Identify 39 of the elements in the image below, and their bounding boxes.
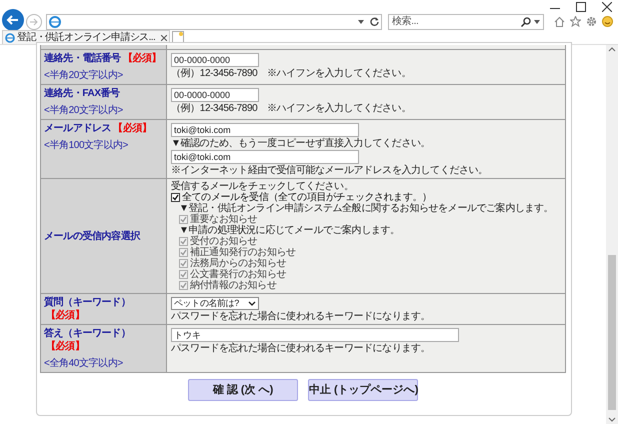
field-note: <全角40文字以内> <box>44 358 124 370</box>
checkbox-label: 法務局からのお知らせ <box>190 258 286 269</box>
required-mark: 【必須】 <box>113 122 152 135</box>
required-mark: 【必須】 <box>46 309 84 322</box>
field-label: 答え（キーワード） <box>44 327 130 340</box>
help-text: パスワードを忘れた場合に使われるキーワードになります。 <box>171 311 432 322</box>
field-note: <半角20文字以内> <box>44 70 124 82</box>
help-text: ▼確認のため、もう一度コピーせず直接入力してください。 <box>171 138 432 149</box>
help-text: ▼登記・供託オンライン申請システム全般に関するお知らせをメールでご案内します。 <box>178 203 554 214</box>
input-field[interactable]: 00-0000-0000 <box>171 53 259 67</box>
help-text: （例）12-3456-7890 ※ハイフンを入力してください。 <box>171 103 412 114</box>
checkbox-label: 全てのメールを受信（全ての項目がチェックされます。） <box>182 192 432 203</box>
confirm-button[interactable]: 確 認 (次 へ) <box>188 379 298 401</box>
field-note: <半角100文字以内> <box>44 140 129 152</box>
answer-field[interactable]: トウキ <box>171 328 459 342</box>
help-text: パスワードを忘れた場合に使われるキーワードになります。 <box>171 343 432 354</box>
question-dropdown[interactable]: ペットの名前は? <box>171 297 259 310</box>
help-text: ※インターネット経由で受信可能なメールアドレスを入力してください。 <box>171 165 489 176</box>
input-field[interactable]: toki@toki.com <box>171 150 359 164</box>
field-label: 連絡先・FAX番号 <box>44 87 120 100</box>
field-label: 質問（キーワード） <box>44 296 130 309</box>
field-label: メールアドレス <box>44 122 112 135</box>
required-mark: 【必須】 <box>46 340 84 353</box>
field-note: <半角20文字以内> <box>44 105 124 117</box>
checkbox-label: 受付のお知らせ <box>190 236 258 247</box>
field-label: メールの受信内容選択 <box>44 230 140 242</box>
help-text: 受信するメールをチェックしてください。 <box>171 181 354 192</box>
field-label: 連絡先・電話番号 <box>44 52 121 65</box>
cancel-button[interactable]: 中止 (トップページへ) <box>308 379 418 401</box>
checkbox-label: 公文書発行のお知らせ <box>190 269 286 280</box>
input-field[interactable]: toki@toki.com <box>171 123 359 137</box>
checkbox-label: 補正通知発行のお知らせ <box>190 247 296 258</box>
required-mark: 【必須】 <box>122 52 162 65</box>
search-field[interactable]: 検索... <box>388 14 544 30</box>
checkbox-label: 納付情報のお知らせ <box>190 280 276 291</box>
help-text: （例）12-3456-7890 ※ハイフンを入力してください。 <box>171 68 412 79</box>
help-text: ▼申請の処理状況に応じてメールでご案内します。 <box>178 225 401 236</box>
checkbox-label: 重要なお知らせ <box>190 214 258 225</box>
input-field[interactable]: 00-0000-0000 <box>171 88 259 102</box>
